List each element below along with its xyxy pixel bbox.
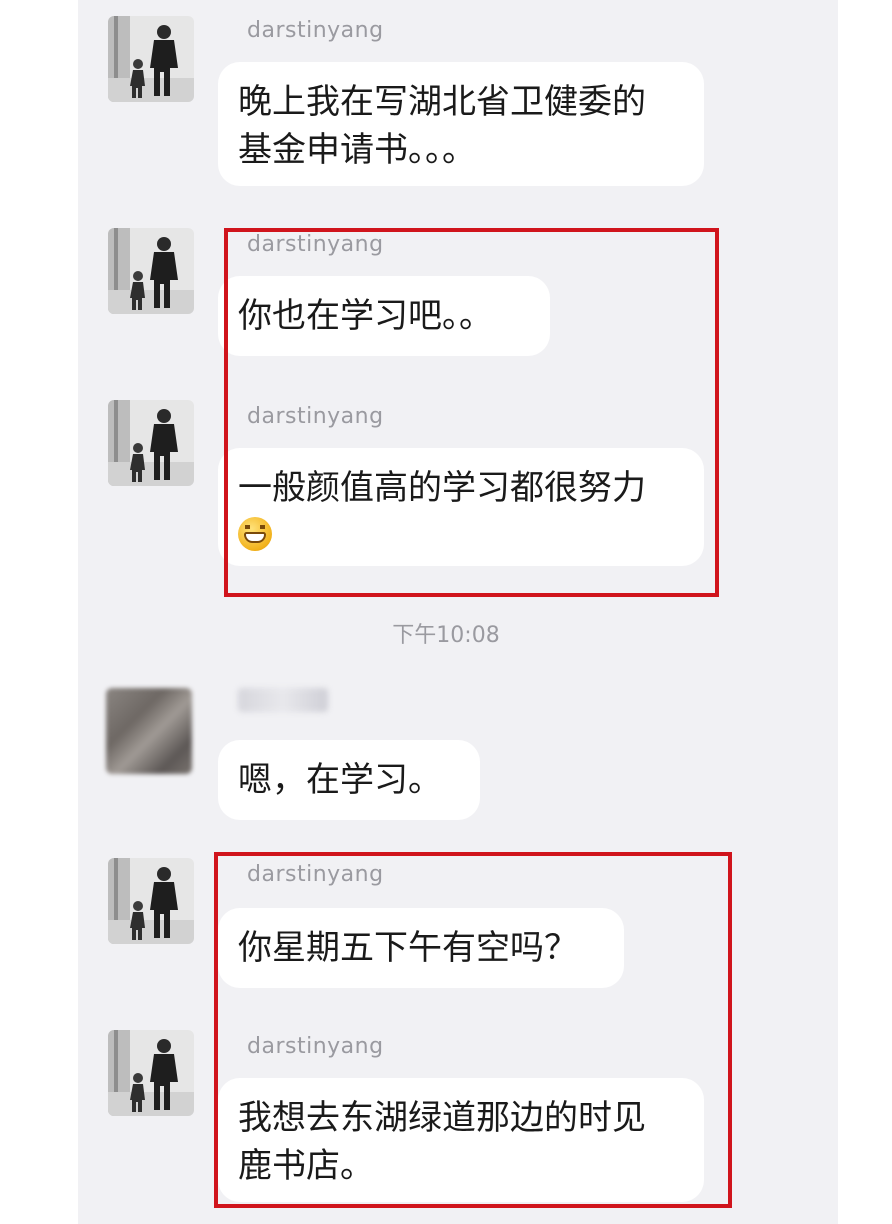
timestamp: 下午10:08 xyxy=(392,623,500,648)
sender-avatar[interactable] xyxy=(108,1030,194,1116)
sender-avatar[interactable] xyxy=(108,400,194,486)
avatar-photo-icon xyxy=(108,16,194,102)
sender-avatar[interactable] xyxy=(108,16,194,102)
sender-name: darstinyang xyxy=(247,18,384,43)
avatar-photo-icon xyxy=(108,858,194,944)
sender-avatar[interactable] xyxy=(108,858,194,944)
message-text-line: 基金申请书。。。 xyxy=(238,130,476,170)
message-text-line: 晚上我在写湖北省卫健委的 xyxy=(238,82,646,122)
message-text-line: 嗯，在学习。 xyxy=(238,760,442,800)
avatar-photo-icon xyxy=(108,400,194,486)
highlight-box xyxy=(214,852,732,1208)
message-bubble[interactable]: 晚上我在写湖北省卫健委的 基金申请书。。。 xyxy=(218,62,704,186)
message-bubble[interactable]: 嗯，在学习。 xyxy=(218,740,480,820)
own-name-blurred xyxy=(238,688,328,712)
sender-avatar[interactable] xyxy=(108,228,194,314)
avatar-photo-icon xyxy=(108,1030,194,1116)
avatar-photo-icon xyxy=(108,228,194,314)
own-avatar[interactable] xyxy=(106,688,192,774)
highlight-box xyxy=(224,228,719,597)
